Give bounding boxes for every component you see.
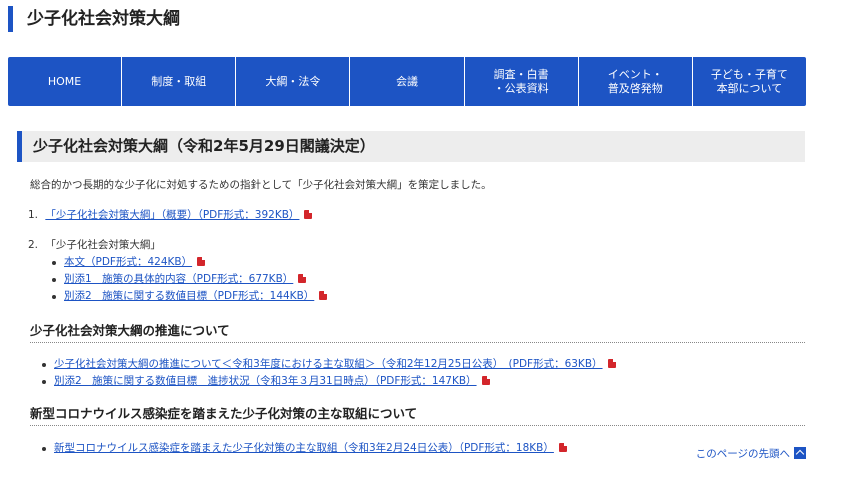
list-item-1: 1. 「少子化社会対策大綱」（概要）（PDF形式：392KB） [28,207,313,222]
list-item-label: 「少子化社会対策大綱」 [45,239,161,251]
intro-text: 総合的かつ長期的な少子化に対処するための指針として「少子化社会対策大綱」を策定し… [30,179,492,191]
nav-research[interactable]: 調査・白書 ・公表資料 [465,57,579,106]
list-item: 別添1 施策の具体的内容（PDF形式：677KB） [52,271,327,288]
covid-heading: 新型コロナウイルス感染症を踏まえた少子化対策の主な取組について [30,403,805,426]
progress-pdf-link[interactable]: 別添2 施策に関する数値目標 進捗状況（令和3年３月31日時点）（PDF形式：1… [54,375,477,387]
promotion-list: 少子化社会対策大綱の推進について＜令和3年度における主な取組＞（令和2年12月2… [42,356,616,390]
page-top-link[interactable]: このページの先頭へ [696,446,806,461]
list-item: 新型コロナウイルス感染症を踏まえた少子化対策の主な取組（令和3年2月24日公表）… [42,440,567,457]
pdf-icon [319,291,328,300]
global-nav: HOME 制度・取組 大綱・法令 会議 調査・白書 ・公表資料 イベント・ 普及… [8,57,806,106]
nav-home[interactable]: HOME [8,57,123,106]
covid-list: 新型コロナウイルス感染症を踏まえた少子化対策の主な取組（令和3年2月24日公表）… [42,440,567,457]
promotion-pdf-link[interactable]: 少子化社会対策大綱の推進について＜令和3年度における主な取組＞（令和2年12月2… [54,358,603,370]
pdf-icon [304,210,313,219]
attachment2-pdf-link[interactable]: 別添2 施策に関する数値目標（PDF形式：144KB） [64,290,314,302]
pdf-icon [607,359,616,368]
list-number: 1. [28,209,39,221]
list-number: 2. [28,239,39,251]
list-item: 別添2 施策に関する数値目標 進捗状況（令和3年３月31日時点）（PDF形式：1… [42,373,616,390]
list-item: 少子化社会対策大綱の推進について＜令和3年度における主な取組＞（令和2年12月2… [42,356,616,373]
promotion-heading: 少子化社会対策大綱の推進について [30,320,805,343]
attachment1-pdf-link[interactable]: 別添1 施策の具体的内容（PDF形式：677KB） [64,273,293,285]
main-text-pdf-link[interactable]: 本文（PDF形式：424KB） [64,256,192,268]
page-title: 少子化社会対策大綱 [8,6,180,32]
pdf-icon [197,257,206,266]
covid-pdf-link[interactable]: 新型コロナウイルス感染症を踏まえた少子化対策の主な取組（令和3年2月24日公表）… [54,442,554,454]
section-title: 少子化社会対策大綱（令和2年5月29日閣議決定） [17,131,805,162]
nav-events[interactable]: イベント・ 普及啓発物 [579,57,693,106]
list-item-2: 2. 「少子化社会対策大綱」 [28,237,161,252]
list-item: 本文（PDF形式：424KB） [52,254,327,271]
pdf-icon [558,443,567,452]
chevron-up-icon [794,447,806,459]
list-item: 別添2 施策に関する数値目標（PDF形式：144KB） [52,288,328,305]
pdf-icon [298,274,307,283]
page-top-label: このページの先頭へ [695,448,790,460]
outline-summary-pdf-link[interactable]: 「少子化社会対策大綱」（概要）（PDF形式：392KB） [45,209,299,221]
nav-outline-laws[interactable]: 大綱・法令 [236,57,351,106]
nav-headquarters[interactable]: 子ども・子育て 本部について [693,57,806,106]
outline-sub-list: 本文（PDF形式：424KB） 別添1 施策の具体的内容（PDF形式：677KB… [52,254,328,305]
nav-systems[interactable]: 制度・取組 [122,57,237,106]
pdf-icon [481,376,490,385]
nav-meetings[interactable]: 会議 [350,57,465,106]
